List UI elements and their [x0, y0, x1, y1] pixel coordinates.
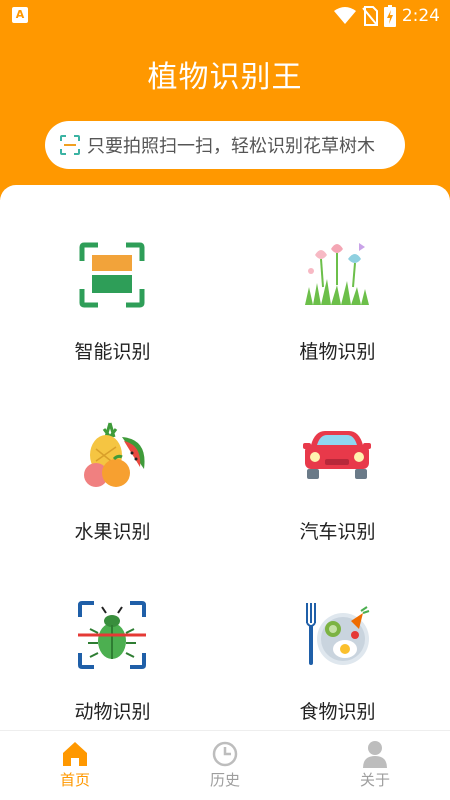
- header: A 2:24 植物识别王 只要拍照扫一扫，轻松识别花草树木: [0, 0, 450, 200]
- app-title: 植物识别王: [147, 60, 303, 95]
- grid-item-smart[interactable]: 智能识别: [0, 185, 225, 365]
- grid-item-food[interactable]: 食物识别: [225, 545, 450, 725]
- home-icon: [63, 742, 87, 766]
- status-icons: 2:24: [333, 4, 440, 28]
- fruit-icon: [84, 422, 145, 487]
- tab-label: 首页: [59, 771, 90, 789]
- car-icon: [303, 431, 371, 479]
- grid-label: 食物识别: [299, 701, 376, 723]
- grid-item-fruit[interactable]: 水果识别: [0, 365, 225, 545]
- battery-charging-icon: [383, 5, 396, 27]
- tab-label: 历史: [209, 771, 240, 789]
- smart-scan-icon: [79, 242, 145, 308]
- food-plate-icon: [306, 603, 370, 665]
- person-icon: [363, 741, 387, 768]
- wifi-icon: [333, 7, 356, 24]
- tab-about[interactable]: 关于: [300, 731, 450, 800]
- grid-label: 汽车识别: [299, 521, 376, 543]
- grid-label: 智能识别: [74, 341, 151, 363]
- recognition-grid: 智能识别 植物识别 水果识别 汽车识别 动物识别 食物识别: [0, 185, 450, 730]
- bug-scan-icon: [78, 601, 146, 669]
- grid-item-animal[interactable]: 动物识别: [0, 545, 225, 725]
- grid-label: 水果识别: [74, 521, 151, 543]
- status-bar: A 2:24: [0, 0, 450, 32]
- tab-label: 关于: [359, 771, 390, 789]
- search-bar[interactable]: 只要拍照扫一扫，轻松识别花草树木: [45, 121, 405, 169]
- tab-history[interactable]: 历史: [150, 731, 300, 800]
- grid-item-plant[interactable]: 植物识别: [225, 185, 450, 365]
- scan-icon: [60, 135, 80, 155]
- search-placeholder: 只要拍照扫一扫，轻松识别花草树木: [87, 136, 375, 157]
- bottom-tab-bar: 首页 历史 关于: [0, 730, 450, 800]
- status-time: 2:24: [401, 6, 440, 26]
- grid-label: 动物识别: [74, 701, 151, 723]
- tab-home[interactable]: 首页: [0, 731, 150, 800]
- no-sim-icon: [362, 6, 378, 26]
- grid-label: 植物识别: [299, 341, 376, 363]
- flower-icon: [305, 243, 369, 305]
- app-notification-icon: A: [12, 7, 28, 23]
- grid-item-car[interactable]: 汽车识别: [225, 365, 450, 545]
- clock-icon: [212, 741, 238, 767]
